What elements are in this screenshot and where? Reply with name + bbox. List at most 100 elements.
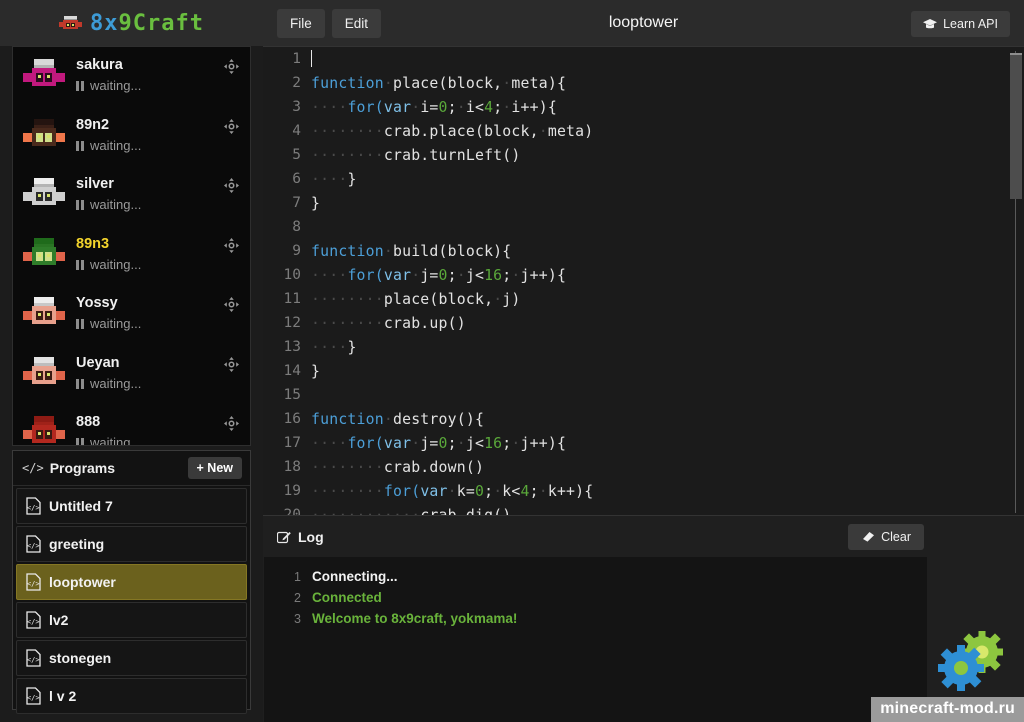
- line-code[interactable]: ····}: [311, 339, 357, 356]
- editor-line[interactable]: 1: [263, 47, 1024, 71]
- programs-panel: </> Programs + New </> Untitled 7 </> gr…: [12, 450, 251, 714]
- crab-list-item[interactable]: Yossy waiting...: [13, 285, 250, 345]
- crab-status: waiting...: [76, 137, 240, 155]
- line-code[interactable]: ········crab.place(block,·meta): [311, 123, 593, 140]
- line-code[interactable]: ········crab.down(): [311, 459, 484, 476]
- move-arrows-icon[interactable]: [224, 416, 239, 431]
- line-code[interactable]: function·destroy(){: [311, 411, 484, 428]
- code-file-icon: </>: [26, 687, 41, 705]
- crab-avatar: [23, 237, 65, 265]
- programs-list[interactable]: </> Untitled 7 </> greeting </> looptowe…: [13, 488, 250, 714]
- brand-name-part1: 8x: [90, 10, 119, 36]
- move-arrows-icon[interactable]: [224, 118, 239, 134]
- line-number: 15: [283, 387, 301, 403]
- program-list-item[interactable]: </> greeting: [16, 526, 247, 562]
- line-code[interactable]: }: [311, 195, 320, 212]
- program-list-item[interactable]: </> l v 2: [16, 678, 247, 714]
- log-line-text: Connecting...: [312, 569, 398, 584]
- editor-line[interactable]: 5 ········crab.turnLeft(): [263, 143, 1024, 167]
- svg-text:</>: </>: [27, 656, 40, 664]
- log-line-text: Welcome to 8x9craft, yokmama!: [312, 611, 518, 626]
- line-code[interactable]: [311, 50, 312, 68]
- editor-line[interactable]: 3 ····for(var·i=0;·i<4;·i++){: [263, 95, 1024, 119]
- crab-list-item[interactable]: sakura waiting...: [13, 47, 250, 107]
- left-sidebar: 8x9Craft sakura waiting... 89n2 waiting.…: [0, 0, 263, 722]
- crab-list-item[interactable]: 888 waiting...: [13, 404, 250, 445]
- line-code[interactable]: ····for(var·i=0;·i<4;·i++){: [311, 99, 557, 116]
- svg-text:</>: </>: [27, 542, 40, 550]
- program-label: stonegen: [49, 650, 112, 666]
- editor-lines[interactable]: 1 2 function·place(block,·meta){ 3 ····for(v…: [263, 47, 1024, 515]
- new-program-button[interactable]: + New: [187, 457, 242, 479]
- crab-pixel-icon: [59, 15, 82, 29]
- editor-line[interactable]: 10 ····for(var·j=0;·j<16;·j++){: [263, 263, 1024, 287]
- editor-line[interactable]: 13 ····}: [263, 335, 1024, 359]
- line-code[interactable]: ········crab.up(): [311, 315, 466, 332]
- editor-line[interactable]: 4 ········crab.place(block,·meta): [263, 119, 1024, 143]
- code-file-icon: </>: [26, 497, 41, 515]
- crab-list-item[interactable]: 89n3 waiting...: [13, 226, 250, 286]
- move-arrows-icon[interactable]: [224, 59, 239, 74]
- clear-log-button[interactable]: Clear: [848, 523, 924, 550]
- crab-list[interactable]: sakura waiting... 89n2 waiting... silver…: [12, 46, 251, 446]
- program-list-item[interactable]: </> stonegen: [16, 640, 247, 676]
- line-code[interactable]: ····for(var·j=0;·j<16;·j++){: [311, 435, 566, 452]
- brand-logo: 8x9Craft: [59, 11, 204, 36]
- editor-line[interactable]: 20 ············crab.dig(): [263, 503, 1024, 516]
- editor-line[interactable]: 16 function·destroy(){: [263, 407, 1024, 431]
- crab-list-item[interactable]: Ueyan waiting...: [13, 345, 250, 405]
- learn-api-button[interactable]: Learn API: [911, 11, 1010, 37]
- svg-text:</>: </>: [27, 618, 40, 626]
- move-arrows-icon[interactable]: [224, 178, 239, 193]
- editor-line[interactable]: 6 ····}: [263, 167, 1024, 191]
- code-editor[interactable]: 1 2 function·place(block,·meta){ 3 ····for(v…: [263, 46, 1024, 515]
- line-number: 17: [283, 435, 301, 451]
- editor-line[interactable]: 15: [263, 383, 1024, 407]
- editor-line[interactable]: 12 ········crab.up(): [263, 311, 1024, 335]
- editor-line[interactable]: 8: [263, 215, 1024, 239]
- move-arrows-icon[interactable]: [224, 356, 239, 372]
- program-list-item[interactable]: </> looptower: [16, 564, 247, 600]
- crab-avatar: [23, 416, 65, 443]
- editor-line[interactable]: 17 ····for(var·j=0;·j<16;·j++){: [263, 431, 1024, 455]
- line-number: 7: [292, 195, 301, 211]
- line-number: 9: [292, 243, 301, 259]
- editor-line[interactable]: 9 function·build(block){: [263, 239, 1024, 263]
- editor-line[interactable]: 2 function·place(block,·meta){: [263, 71, 1024, 95]
- crab-list-item[interactable]: 89n2 waiting...: [13, 107, 250, 167]
- editor-line[interactable]: 11 ········place(block,·j): [263, 287, 1024, 311]
- crab-name: Ueyan: [76, 354, 120, 371]
- editor-line[interactable]: 14}: [263, 359, 1024, 383]
- line-code[interactable]: ········crab.turnLeft(): [311, 147, 521, 164]
- pause-icon: [76, 378, 84, 389]
- line-number: 3: [292, 99, 301, 115]
- program-list-item[interactable]: </> Untitled 7: [16, 488, 247, 524]
- line-code[interactable]: ····}: [311, 171, 357, 188]
- edit-menu-button[interactable]: Edit: [331, 8, 382, 38]
- editor-line[interactable]: 19 ········for(var·k=0;·k<4;·k++){: [263, 479, 1024, 503]
- line-code[interactable]: }: [311, 363, 320, 380]
- log-output[interactable]: 1 Connecting... 2 Connected 3 Welcome to 8x9c…: [264, 557, 927, 722]
- line-number: 10: [283, 267, 301, 283]
- crab-info: 888 waiting...: [76, 411, 240, 445]
- crab-list-item[interactable]: silver waiting...: [13, 166, 250, 226]
- move-arrows-icon[interactable]: [224, 237, 239, 253]
- line-code[interactable]: function·place(block,·meta){: [311, 75, 566, 92]
- line-code[interactable]: ············crab.dig(): [311, 507, 511, 516]
- crab-status: waiting...: [76, 375, 240, 393]
- line-code[interactable]: ········place(block,·j): [311, 291, 521, 308]
- line-number: 2: [292, 75, 301, 91]
- file-menu-button[interactable]: File: [277, 8, 325, 38]
- editor-line[interactable]: 7}: [263, 191, 1024, 215]
- program-list-item[interactable]: </> lv2: [16, 602, 247, 638]
- editor-scrollbar[interactable]: [1010, 51, 1022, 513]
- crab-info: silver waiting...: [76, 173, 240, 214]
- line-code[interactable]: function·build(block){: [311, 243, 511, 260]
- line-code[interactable]: ····for(var·j=0;·j<16;·j++){: [311, 267, 566, 284]
- line-number: 6: [292, 171, 301, 187]
- move-arrows-icon[interactable]: [224, 297, 239, 312]
- editor-scrollbar-thumb[interactable]: [1010, 53, 1022, 199]
- svg-text:</>: </>: [27, 694, 40, 702]
- editor-line[interactable]: 18 ········crab.down(): [263, 455, 1024, 479]
- line-code[interactable]: ········for(var·k=0;·k<4;·k++){: [311, 483, 593, 500]
